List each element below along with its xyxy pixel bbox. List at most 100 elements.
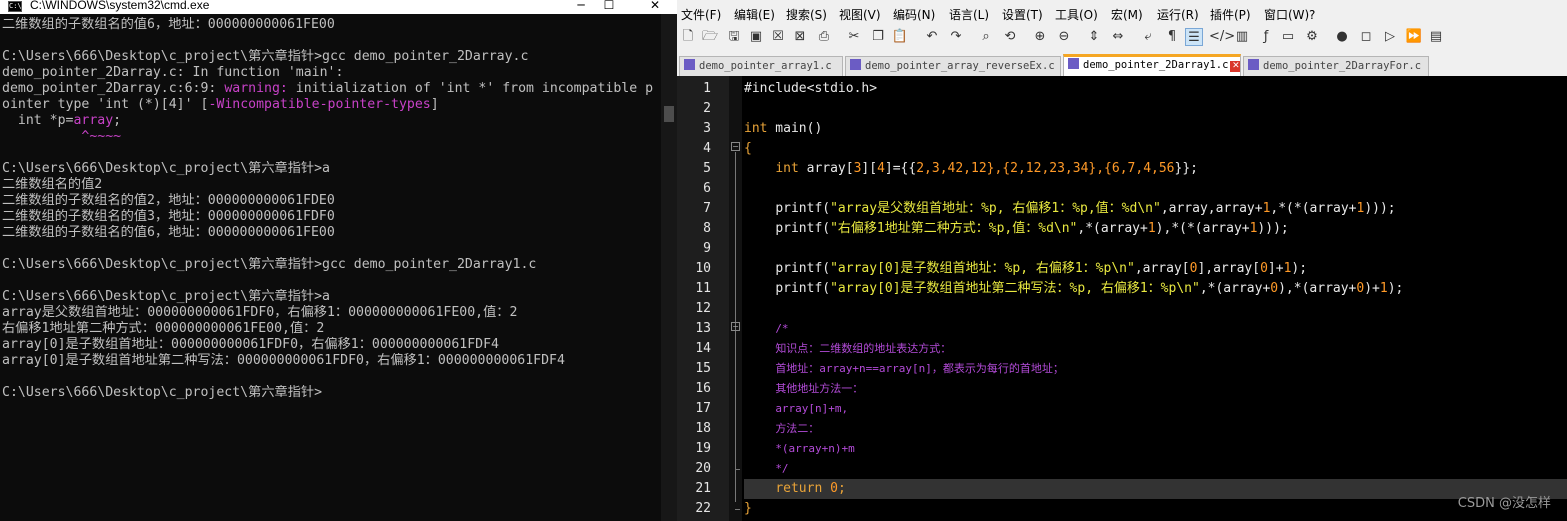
menu-item[interactable]: 插件(P) (1210, 6, 1251, 24)
xml-tag-icon[interactable]: </> (1209, 28, 1235, 46)
stop-macro-icon[interactable]: ◻ (1357, 28, 1375, 46)
menu-item[interactable]: 宏(M) (1111, 6, 1143, 24)
menu-item[interactable]: 视图(V) (839, 6, 881, 24)
code-line-5[interactable]: int array[3][4]={{2,3,42,12},{2,12,23,34… (744, 159, 1567, 179)
function-list-icon[interactable]: ƒ (1257, 28, 1275, 46)
code-area[interactable]: #include<stdio.h> int main() { int array… (744, 76, 1567, 521)
print-icon[interactable]: ⎙ (815, 28, 833, 46)
tab-close-icon[interactable]: ✕ (1230, 61, 1240, 72)
close-file-icon[interactable]: ☒ (769, 28, 787, 46)
code-string: "右偏移1地址第二种方式：%p,值：%d\n" (830, 221, 1078, 236)
menu-item[interactable]: ? (1309, 6, 1315, 24)
code-line-3[interactable]: int main() (744, 119, 1567, 139)
cmd-scrollbar[interactable] (661, 14, 677, 521)
code-line-14[interactable]: 知识点：二维数组的地址表达方式： (744, 339, 1567, 359)
code-number: 0 (1260, 261, 1268, 276)
show-all-chars-icon[interactable]: ¶ (1163, 28, 1181, 46)
code-line-16[interactable]: 其他地址方法一： (744, 379, 1567, 399)
code-line-7[interactable]: printf("array是父数组首地址：%p, 右偏移1：%p,值：%d\n"… (744, 199, 1567, 219)
save-icon[interactable]: 🖫 (725, 28, 743, 46)
monitor-icon[interactable]: ▭ (1279, 28, 1297, 46)
find-icon[interactable]: ⌕ (977, 28, 995, 46)
save-all-icon[interactable]: ▣ (747, 28, 765, 46)
code-text: ),*(array+ (1278, 281, 1357, 296)
menu-item[interactable]: 窗口(W) (1264, 6, 1309, 24)
open-icon[interactable]: 🗁 (701, 28, 719, 46)
play-macro-multiple-icon[interactable]: ⏩ (1405, 28, 1423, 46)
doc-switcher-icon[interactable]: ⚙ (1303, 28, 1321, 46)
code-line-11[interactable]: printf("array[0]是子数组首地址第二种写法：%p, 右偏移1：%p… (744, 279, 1567, 299)
editor-tab[interactable]: demo_pointer_2DarrayFor.c (1243, 56, 1429, 76)
document-map-icon[interactable]: ▥ (1233, 28, 1251, 46)
cmd-window: C:\ C:\WINDOWS\system32\cmd.exe ─ ☐ ✕ 二维… (0, 0, 677, 521)
record-macro-icon[interactable]: ● (1333, 28, 1351, 46)
close-icon[interactable]: ✕ (641, 0, 669, 13)
cut-icon[interactable]: ✂ (845, 28, 863, 46)
zoom-out-icon[interactable]: ⊖ (1055, 28, 1073, 46)
cmd-output[interactable]: 二维数组的子数组名的值6，地址：000000000061FE00 C:\Users… (2, 17, 660, 517)
menu-item[interactable]: 文件(F) (681, 6, 721, 24)
menu-item[interactable]: 编辑(E) (734, 6, 775, 24)
console-line: int *p=array; (2, 113, 660, 129)
cmd-titlebar[interactable]: C:\ C:\WINDOWS\system32\cmd.exe ─ ☐ ✕ (0, 0, 677, 14)
code-line-15[interactable]: 首地址：array+n==array[n]，都表示为每行的首地址； (744, 359, 1567, 379)
menu-item[interactable]: 工具(O) (1055, 6, 1098, 24)
zoom-in-icon[interactable]: ⊕ (1031, 28, 1049, 46)
line-number: 12 (695, 301, 711, 316)
code-line-17[interactable]: array[n]+m, (744, 399, 1567, 419)
sync-vertical-icon[interactable]: ⇕ (1085, 28, 1103, 46)
editor-tab[interactable]: demo_pointer_array_reverseEx.c (845, 56, 1061, 76)
code-line-8[interactable]: printf("右偏移1地址第二种方式：%p,值：%d\n",*(array+1… (744, 219, 1567, 239)
fold-margin[interactable]: − − (729, 76, 742, 521)
play-macro-icon[interactable]: ▷ (1381, 28, 1399, 46)
code-line-19[interactable]: *(array+n)+m (744, 439, 1567, 459)
undo-icon[interactable]: ↶ (923, 28, 941, 46)
code-text: printf( (775, 221, 831, 236)
replace-icon[interactable]: ⟲ (1001, 28, 1019, 46)
redo-icon[interactable]: ↷ (947, 28, 965, 46)
code-line-20[interactable]: */ (744, 459, 1567, 479)
fold-toggle-icon[interactable]: − (731, 142, 740, 151)
code-line-22[interactable]: } (744, 499, 1567, 519)
code-comment: array[n]+m, (775, 402, 849, 415)
console-text: ; (113, 113, 122, 128)
menu-item[interactable]: 编码(N) (893, 6, 935, 24)
console-line: 二维数组名的值2 (2, 177, 103, 192)
code-line-10[interactable]: printf("array[0]是子数组首地址：%p, 右偏移1：%p\n",a… (744, 259, 1567, 279)
maximize-icon[interactable]: ☐ (595, 0, 623, 13)
word-wrap-icon[interactable]: ⤶ (1139, 28, 1157, 46)
sync-horizontal-icon[interactable]: ⇔ (1109, 28, 1127, 46)
console-text: initialization of 'int *' from incompati… (287, 81, 654, 96)
code-number: 1 (1379, 281, 1388, 296)
menu-item[interactable]: 运行(R) (1157, 6, 1199, 24)
code-line-4[interactable]: { (744, 139, 1567, 159)
fold-toggle-icon[interactable]: − (731, 322, 740, 331)
new-file-icon[interactable]: 🗋 (679, 28, 697, 46)
copy-icon[interactable]: ❐ (869, 28, 887, 46)
editor[interactable]: 1 2 3 4 5 6 7 8 9 10 11 12 13 14 15 16 17 18 19 20 21 22 − − … (677, 76, 1567, 521)
save-macro-icon[interactable]: ▤ (1427, 28, 1445, 46)
console-warning: warning: (224, 81, 288, 96)
close-all-icon[interactable]: ⊠ (791, 28, 809, 46)
paste-icon[interactable]: 📋 (891, 28, 909, 46)
menu-item[interactable]: 设置(T) (1002, 6, 1043, 24)
tab-label: demo_pointer_2DarrayFor.c (1263, 60, 1422, 72)
minimize-icon[interactable]: ─ (567, 0, 595, 13)
code-keyword: return (775, 481, 823, 496)
menu-item[interactable]: 语言(L) (949, 6, 989, 24)
code-text: array[ (798, 161, 854, 176)
code-text: printf( (775, 261, 831, 276)
code-line-18[interactable]: 方法二： (744, 419, 1567, 439)
code-line-21[interactable]: return 0; (744, 479, 1567, 499)
scrollbar-thumb[interactable] (664, 106, 674, 122)
editor-tab[interactable]: demo_pointer_2Darray1.c ✕ (1063, 54, 1241, 76)
indent-guide-icon[interactable]: ☰ (1185, 28, 1203, 46)
code-comment: *(array+n)+m (775, 442, 855, 455)
editor-tab[interactable]: demo_pointer_array1.c (679, 56, 843, 76)
menu-item[interactable]: 搜索(S) (786, 6, 827, 24)
code-line-1[interactable]: #include<stdio.h> (744, 79, 1567, 99)
code-number: 1 (1147, 221, 1156, 236)
code-line-13[interactable]: /* (744, 319, 1567, 339)
